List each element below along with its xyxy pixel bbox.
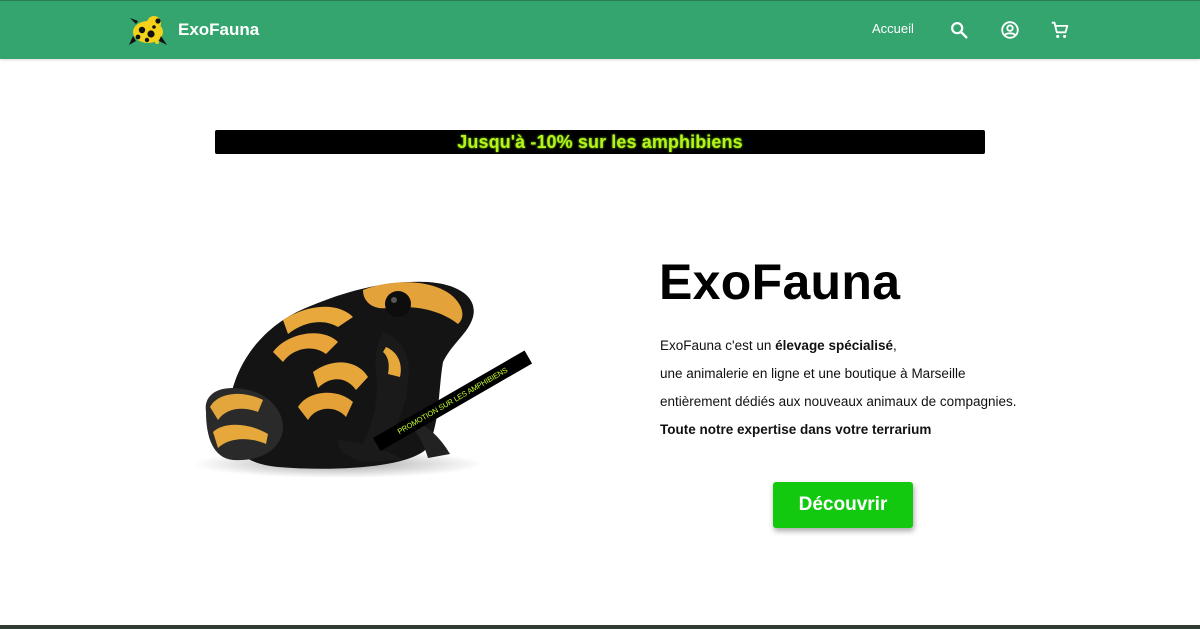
promo-banner[interactable]: Jusqu'à -10% sur les amphibiens <box>215 130 985 154</box>
hero-title: ExoFauna <box>659 254 901 310</box>
hero-line1-prefix: ExoFauna c'est un <box>660 338 776 353</box>
account-icon[interactable] <box>999 19 1021 41</box>
hero-frog-image <box>188 272 548 512</box>
nav-link-accueil[interactable]: Accueil <box>872 21 914 41</box>
hero-description-line-1: ExoFauna c'est un élevage spécialisé, <box>660 338 1080 366</box>
frog-logo-icon <box>129 16 167 45</box>
poison-dart-frog-illustration <box>193 281 483 478</box>
brand-home-link[interactable]: ExoFauna <box>128 11 259 49</box>
hero-line1-bold: élevage spécialisé <box>775 338 893 353</box>
top-navigation-bar: ExoFauna Accueil <box>0 0 1200 59</box>
hero-description-line-3: entièrement dédiés aux nouveaux animaux … <box>660 394 1017 409</box>
hero-line1-suffix: , <box>893 338 897 353</box>
search-icon[interactable] <box>948 19 970 41</box>
hero-line4-bold: Toute notre expertise dans votre terrari… <box>660 422 932 437</box>
brand-name: ExoFauna <box>178 20 260 39</box>
discover-button[interactable]: Découvrir <box>773 482 913 528</box>
hero-description: ExoFauna c'est un élevage spécialisé, un… <box>660 338 1080 450</box>
hero-description-line-2: une animalerie en ligne et une boutique … <box>660 366 966 381</box>
promo-banner-text: Jusqu'à -10% sur les amphibiens <box>457 131 743 152</box>
page-bottom-border <box>0 625 1200 629</box>
cart-icon[interactable] <box>1049 19 1071 41</box>
hero-description-line-4: Toute notre expertise dans votre terrari… <box>660 422 1080 450</box>
